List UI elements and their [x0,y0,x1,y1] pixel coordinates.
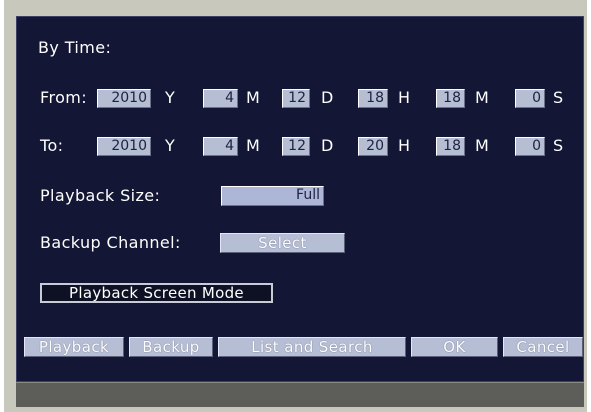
from-year-field[interactable]: 2010 [97,89,151,108]
backup-channel-label: Backup Channel: [40,233,181,252]
to-month-field[interactable]: 4 [203,137,238,156]
to-month-unit: M [246,136,261,155]
cancel-button[interactable]: Cancel [503,337,583,357]
to-hour-unit: H [398,136,411,155]
from-second-unit: S [553,88,564,107]
from-month-unit: M [246,88,261,107]
playback-screen-mode-button[interactable]: Playback Screen Mode [40,283,273,303]
select-channel-button[interactable]: Select [220,233,345,253]
to-label: To: [40,136,64,155]
to-year-unit: Y [165,136,176,155]
to-day-unit: D [321,136,334,155]
ok-button[interactable]: OK [411,337,498,357]
from-minute-unit: M [475,88,490,107]
status-bar [16,382,584,407]
from-label: From: [40,88,88,107]
to-year-field[interactable]: 2010 [97,137,151,156]
from-second-field[interactable]: 0 [515,89,545,108]
from-day-unit: D [321,88,334,107]
to-hour-field[interactable]: 20 [358,137,388,156]
from-minute-field[interactable]: 18 [436,89,465,108]
from-hour-field[interactable]: 18 [358,89,388,108]
playback-size-label: Playback Size: [40,186,161,205]
section-title: By Time: [38,38,112,57]
from-hour-unit: H [398,88,411,107]
backup-button[interactable]: Backup [129,337,213,357]
from-day-field[interactable]: 12 [282,89,310,108]
from-month-field[interactable]: 4 [203,89,238,108]
to-minute-unit: M [475,136,490,155]
playback-button[interactable]: Playback [24,337,124,357]
to-second-field[interactable]: 0 [515,137,545,156]
to-second-unit: S [553,136,564,155]
playback-size-select[interactable]: Full [221,186,324,206]
from-year-unit: Y [165,88,176,107]
list-and-search-button[interactable]: List and Search [218,337,406,357]
to-day-field[interactable]: 12 [282,137,310,156]
to-minute-field[interactable]: 18 [436,137,465,156]
